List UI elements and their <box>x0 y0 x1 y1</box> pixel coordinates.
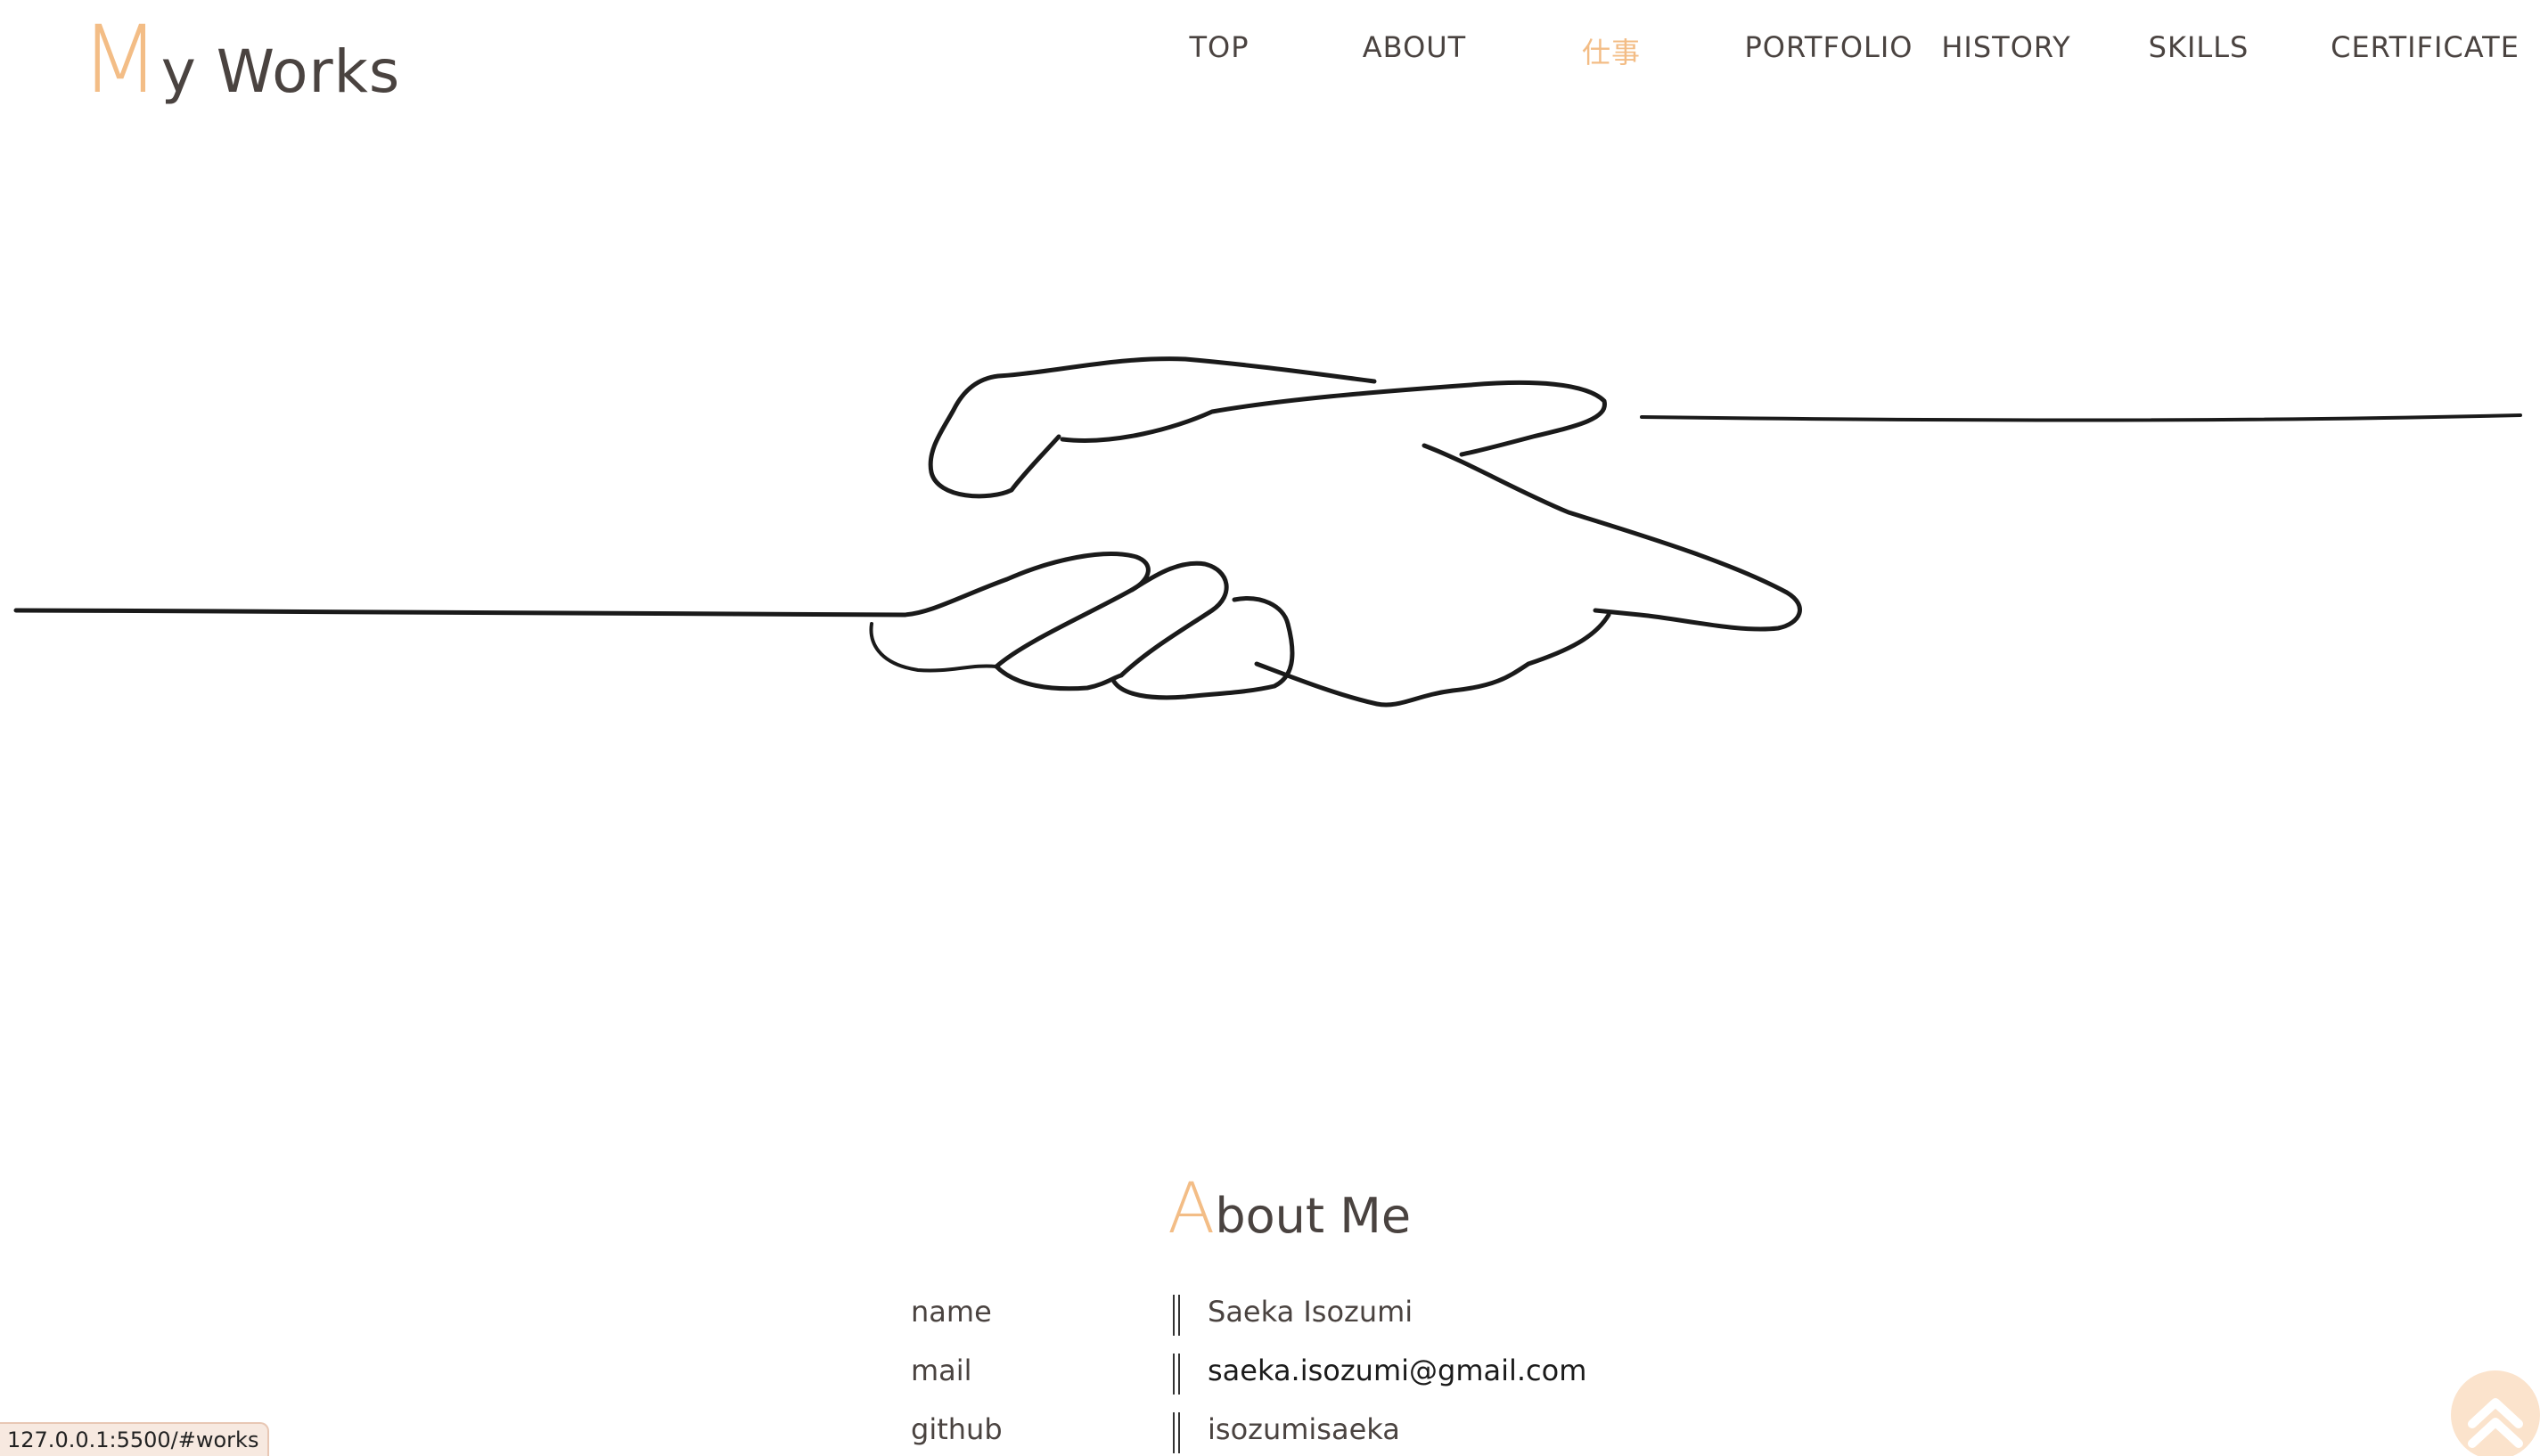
main-nav: TOP ABOUT 仕事 PORTFOLIO HISTORY SKILLS CE… <box>0 30 2540 73</box>
handshake-illustration <box>13 356 2522 708</box>
mail-link[interactable]: saeka.isozumi@gmail.com <box>1208 1354 1586 1387</box>
nav-item-certificate[interactable]: CERTIFICATE <box>2331 30 2520 64</box>
double-chevron-up-icon <box>2468 1398 2523 1448</box>
about-title-initial: A <box>1168 1169 1216 1249</box>
info-label: name <box>911 1295 992 1329</box>
about-title-text: bout Me <box>1215 1188 1412 1244</box>
info-value: Saeka Isozumi <box>1208 1295 1413 1329</box>
status-bar-url: 127.0.0.1:5500/#works <box>0 1422 270 1456</box>
nav-item-about[interactable]: ABOUT <box>1363 30 1466 64</box>
back-to-top-button[interactable] <box>2451 1370 2540 1456</box>
info-row-github: github isozumisaeka <box>0 1412 2540 1456</box>
info-label: mail <box>911 1354 972 1387</box>
info-divider <box>1173 1295 1180 1336</box>
about-title: About Me <box>1168 1169 1411 1249</box>
nav-item-portfolio[interactable]: PORTFOLIO <box>1745 30 1913 64</box>
nav-item-history[interactable]: HISTORY <box>1941 30 2070 64</box>
page: My Works TOP ABOUT 仕事 PORTFOLIO HISTORY … <box>0 0 2540 1456</box>
nav-item-skills[interactable]: SKILLS <box>2149 30 2249 64</box>
info-row-name: name Saeka Isozumi <box>0 1295 2540 1339</box>
info-divider <box>1173 1412 1180 1453</box>
info-divider <box>1173 1354 1180 1395</box>
info-row-mail: mail saeka.isozumi@gmail.com <box>0 1354 2540 1398</box>
nav-item-top[interactable]: TOP <box>1189 30 1249 64</box>
nav-item-works[interactable]: 仕事 <box>1582 30 1641 71</box>
info-label: github <box>911 1412 1003 1446</box>
github-link[interactable]: isozumisaeka <box>1208 1412 1400 1446</box>
